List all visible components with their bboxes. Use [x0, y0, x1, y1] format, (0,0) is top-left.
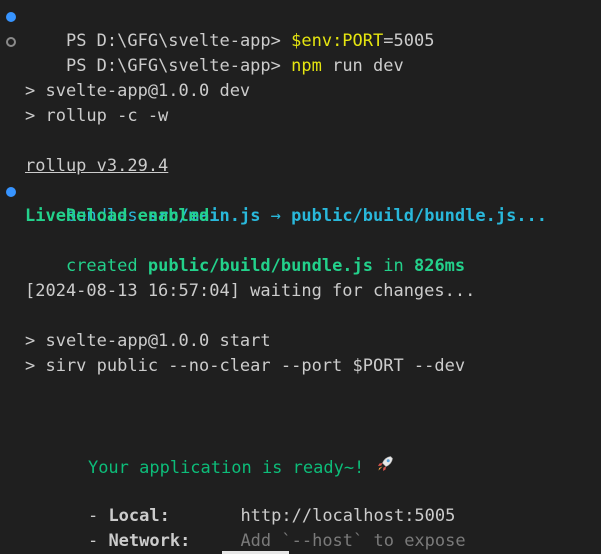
- command-status-dot-running[interactable]: [6, 37, 16, 47]
- terminal-line-waiting: [2024-08-13 16:57:04] waiting for change…: [25, 281, 476, 301]
- terminal-panel[interactable]: PS D:\GFG\svelte-app> $env:PORT=5005 PS …: [0, 0, 601, 554]
- arrow-icon: →: [260, 206, 292, 226]
- command-args: run dev: [321, 56, 404, 76]
- command-status-dot-success[interactable]: [6, 12, 16, 22]
- command-keyword: npm: [291, 56, 322, 76]
- terminal-line-app-ready: Your application is ready~!: [47, 429, 395, 478]
- created-label: created: [65, 256, 148, 276]
- prompt: PS D:\GFG\svelte-app>: [65, 56, 292, 76]
- bundle-destination: public/build/bundle.js...: [291, 206, 548, 226]
- command-status-dot-info[interactable]: [6, 187, 16, 197]
- terminal-line-local-url: - Local: http://localhost:5005: [47, 479, 455, 526]
- ready-message: Your application is ready~!: [87, 458, 375, 478]
- in-label: in: [373, 256, 414, 276]
- terminal-line-created: created public/build/bundle.js in 826ms: [25, 229, 465, 276]
- terminal-line-npm-run: PS D:\GFG\svelte-app> npm run dev: [25, 29, 404, 76]
- terminal-line-script-dev: > svelte-app@1.0.0 dev: [25, 81, 251, 101]
- terminal-line-rollup-cmd: > rollup -c -w: [25, 106, 169, 126]
- network-hint: Add `--host` to expose: [240, 531, 466, 551]
- terminal-line-bundles: bundles src/main.js → public/build/bundl…: [25, 179, 547, 226]
- list-bullet: -: [87, 531, 109, 551]
- created-file: public/build/bundle.js: [147, 256, 374, 276]
- terminal-line-set-port: PS D:\GFG\svelte-app> $env:PORT=5005: [25, 4, 434, 51]
- terminal-line-script-start: > svelte-app@1.0.0 start: [25, 331, 271, 351]
- network-label: Network:: [108, 531, 191, 551]
- build-time: 826ms: [413, 256, 466, 276]
- terminal-line-network: - Network: Add `--host` to expose: [47, 504, 466, 551]
- terminal-line-livereload: LiveReload enabled: [25, 206, 210, 226]
- rocket-icon: [375, 454, 395, 482]
- terminal-line-rollup-version: rollup v3.29.4: [25, 156, 169, 176]
- terminal-line-sirv-cmd: > sirv public --no-clear --port $PORT --…: [25, 356, 466, 376]
